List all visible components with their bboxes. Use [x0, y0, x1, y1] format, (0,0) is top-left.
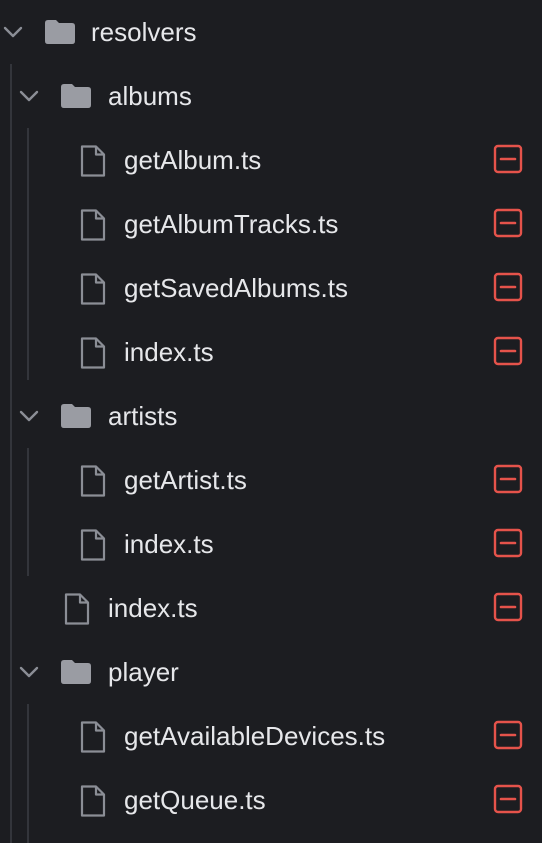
deleted-status-icon [493, 464, 523, 494]
folder-icon [60, 81, 91, 111]
tree-item-file[interactable]: index.ts [0, 512, 542, 576]
tree-item-file[interactable]: getQueue.ts [0, 768, 542, 832]
file-label: index.ts [124, 337, 214, 367]
chevron-down-icon[interactable] [18, 406, 40, 426]
tree-item-file[interactable]: getSavedAlbums.ts [0, 256, 542, 320]
file-label: getArtist.ts [124, 465, 247, 495]
tree-item-file[interactable]: getAlbumTracks.ts [0, 192, 542, 256]
file-label: getAlbum.ts [124, 145, 262, 175]
folder-label: player [108, 657, 179, 687]
file-icon [79, 465, 109, 497]
file-icon [79, 785, 109, 817]
tree-item-folder-albums[interactable]: albums [0, 64, 542, 128]
deleted-status-icon [493, 592, 523, 622]
tree-item-file[interactable]: getArtist.ts [0, 448, 542, 512]
tree-item-file[interactable]: getAvailableDevices.ts [0, 704, 542, 768]
tree-item-folder-player[interactable]: player [0, 640, 542, 704]
folder-icon [60, 657, 91, 687]
folder-icon [60, 401, 91, 431]
file-explorer-tree: resolvers albums getAlbum.ts getAlbumTra… [0, 0, 542, 843]
tree-item-folder-resolvers[interactable]: resolvers [0, 0, 542, 64]
deleted-status-icon [493, 208, 523, 238]
file-icon [79, 721, 109, 753]
tree-item-folder-artists[interactable]: artists [0, 384, 542, 448]
file-label: getQueue.ts [124, 785, 266, 815]
deleted-status-icon [493, 528, 523, 558]
deleted-status-icon [493, 144, 523, 174]
folder-label: artists [108, 401, 178, 431]
file-label: index.ts [108, 593, 198, 623]
chevron-down-icon[interactable] [18, 662, 40, 682]
file-icon [79, 209, 109, 241]
tree-item-file[interactable]: index.ts [0, 320, 542, 384]
folder-icon [44, 17, 75, 47]
deleted-status-icon [493, 272, 523, 302]
deleted-status-icon [493, 784, 523, 814]
deleted-status-icon [493, 336, 523, 366]
folder-label: resolvers [91, 17, 197, 47]
file-icon [79, 337, 109, 369]
chevron-down-icon[interactable] [18, 86, 40, 106]
file-label: index.ts [124, 529, 214, 559]
file-label: getAvailableDevices.ts [124, 721, 386, 751]
file-icon [79, 273, 109, 305]
file-icon [79, 529, 109, 561]
file-label: getSavedAlbums.ts [124, 273, 349, 303]
deleted-status-icon [493, 720, 523, 750]
file-label: getAlbumTracks.ts [124, 209, 339, 239]
tree-item-file[interactable]: index.ts [0, 576, 542, 640]
file-icon [63, 593, 93, 625]
tree-item-file[interactable]: getAlbum.ts [0, 128, 542, 192]
file-icon [79, 145, 109, 177]
folder-label: albums [108, 81, 192, 111]
chevron-down-icon[interactable] [2, 22, 24, 42]
